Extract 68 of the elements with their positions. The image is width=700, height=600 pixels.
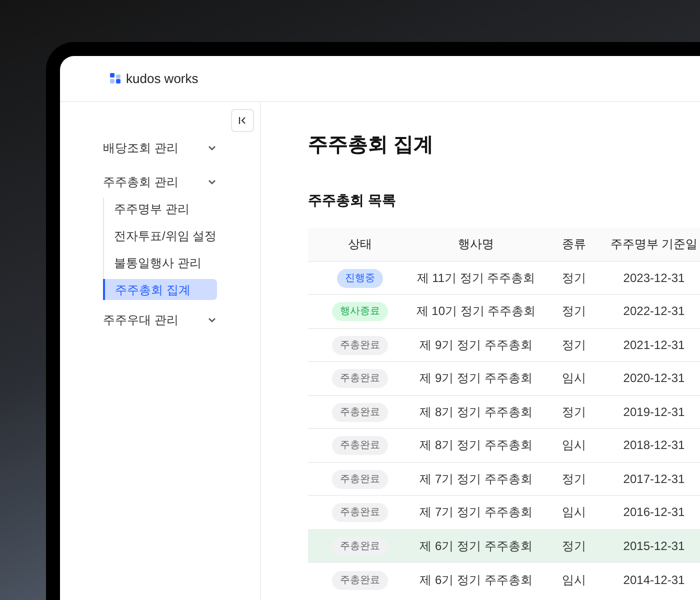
table-cell: 정기	[540, 261, 608, 294]
table-cell: 정기	[540, 395, 608, 428]
table-cell: 제 8기 정기 주주총회	[412, 428, 540, 462]
sidebar-submenu-item[interactable]: 전자투표/위임 설정	[104, 225, 218, 246]
table-row[interactable]: 주총완료 제 8기 정기 주주총회 정기 2019-12-31	[308, 395, 700, 428]
status-badge: 주총완료	[332, 336, 388, 355]
table-cell: 2017-12-31	[608, 462, 700, 496]
table-cell: 임시	[540, 562, 608, 596]
table-cell: 임시	[540, 496, 608, 529]
logo-icon	[110, 73, 121, 84]
table-row[interactable]: 주총완료 제 7기 정기 주주총회 임시 2016-12-31	[308, 496, 700, 529]
table-cell: 제 7기 정기 주주총회	[412, 462, 540, 496]
table-cell: 제 6기 정기 주주총회	[412, 529, 540, 562]
column-header: 상태	[308, 228, 412, 261]
chevron-icon	[207, 177, 217, 187]
status-badge: 주총완료	[332, 436, 388, 456]
status-badge: 행사종료	[332, 302, 388, 322]
table-cell: 2023-12-31	[608, 261, 700, 294]
table-cell: 2015-12-31	[608, 529, 700, 562]
collapse-icon	[238, 116, 247, 125]
status-badge: 주총완료	[332, 536, 388, 556]
table-cell: 2018-12-31	[608, 428, 700, 462]
status-badge: 주총완료	[332, 369, 388, 388]
table-cell: 제 9기 정기 주주총회	[412, 362, 540, 395]
table-row[interactable]: 주총완료 제 9기 정기 주주총회 정기 2021-12-31	[308, 328, 700, 362]
chevron-icon	[207, 143, 217, 153]
sidebar-menu-item[interactable]: 배당조회 관리	[103, 134, 217, 162]
table-cell: 2020-12-31	[608, 362, 700, 395]
table-cell: 2016-12-31	[608, 496, 700, 529]
table-cell: 제 9기 정기 주주총회	[412, 328, 540, 362]
page-title: 주주총회 집계	[308, 133, 435, 158]
table-cell: 2014-12-31	[608, 562, 700, 596]
chevron-icon	[207, 315, 217, 325]
table-row[interactable]: 진행중 제 11기 정기 주주총회 정기 2023-12-31	[308, 261, 700, 294]
section-title: 주주총회 목록	[308, 191, 397, 210]
table-cell: 정기	[540, 529, 608, 562]
status-badge: 주총완료	[332, 503, 388, 522]
brand-name: kudos works	[126, 70, 198, 88]
column-header: 행사명	[412, 228, 540, 261]
table-cell: 정기	[540, 462, 608, 496]
table-cell: 임시	[540, 362, 608, 395]
status-badge: 진행중	[337, 268, 383, 288]
table-row[interactable]: 주총완료 제 9기 정기 주주총회 임시 2020-12-31	[308, 362, 700, 395]
table-cell: 제 6기 정기 주주총회	[412, 562, 540, 596]
table-row[interactable]: 주총완료 제 8기 정기 주주총회 임시 2018-12-31	[308, 428, 700, 462]
table-cell: 제 7기 정기 주주총회	[412, 496, 540, 529]
sidebar-submenu-item[interactable]: 주주명부 관리	[104, 198, 218, 219]
table-row[interactable]: 주총완료 제 7기 정기 주주총회 정기 2017-12-31	[308, 462, 700, 496]
table-row[interactable]: 행사종료 제 10기 정기 주주총회 정기 2022-12-31	[308, 294, 700, 328]
table-cell: 2021-12-31	[608, 328, 700, 362]
collapse-sidebar-button[interactable]	[231, 109, 254, 132]
table-cell: 정기	[540, 328, 608, 362]
column-header: 주주명부 기준일	[608, 228, 700, 261]
sidebar-submenu-item[interactable]: 주주총회 집계	[103, 279, 217, 300]
status-badge: 주총완료	[332, 470, 388, 489]
status-badge: 주총완료	[332, 402, 388, 422]
table-cell: 임시	[540, 428, 608, 462]
status-badge: 주총완료	[332, 570, 388, 590]
sidebar-menu-item[interactable]: 주주우대 관리	[103, 306, 217, 334]
sidebar-menu-item[interactable]: 주주총회 관리	[103, 168, 217, 196]
table-cell: 제 11기 정기 주주총회	[412, 261, 540, 294]
table-cell: 2019-12-31	[608, 395, 700, 428]
column-header: 종류	[540, 228, 608, 261]
table-cell: 2022-12-31	[608, 294, 700, 328]
table-cell: 제 10기 정기 주주총회	[412, 294, 540, 328]
sidebar-submenu-item[interactable]: 불통일행사 관리	[104, 252, 218, 273]
table-cell: 제 8기 정기 주주총회	[412, 395, 540, 428]
table-cell: 정기	[540, 294, 608, 328]
